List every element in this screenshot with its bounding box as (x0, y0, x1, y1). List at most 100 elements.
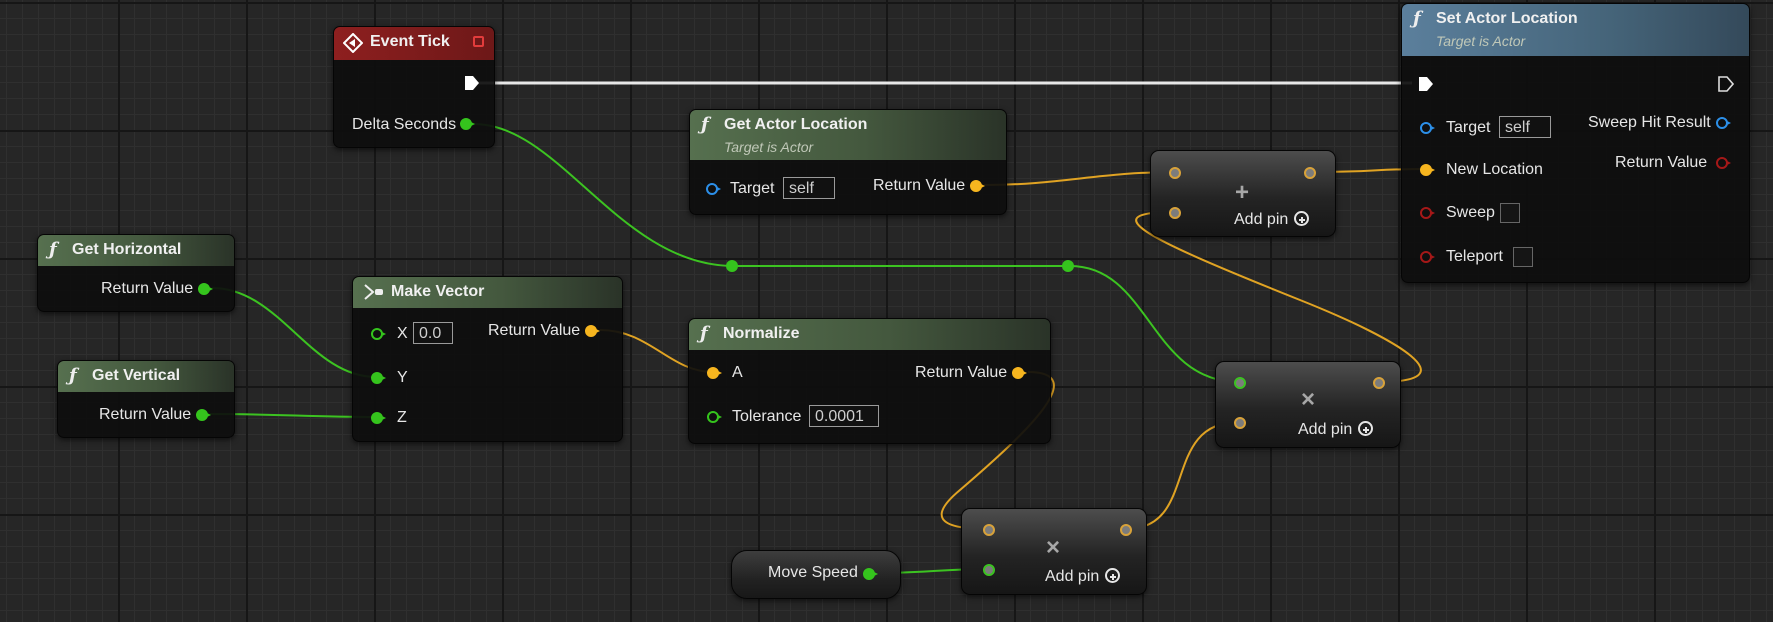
return-value-label: Return Value (488, 322, 581, 339)
z-label: Z (397, 409, 407, 426)
sweep-checkbox[interactable] (1500, 203, 1520, 223)
add-pin-button[interactable]: Add pin (1298, 421, 1374, 439)
set-actor-location-node[interactable]: ƒ Set Actor Location Target is Actor Tar… (1401, 3, 1750, 283)
function-icon: ƒ (69, 365, 77, 386)
add-pin-button[interactable]: Add pin (1234, 211, 1310, 229)
get-actor-location-title: Get Actor Location (724, 116, 868, 133)
normalize-node[interactable]: ƒ Normalize A Return Value Tolerance 0.0… (688, 318, 1051, 444)
event-tick-node[interactable]: Event Tick Delta Seconds (333, 26, 495, 148)
multiply-input-b-pin[interactable] (983, 564, 995, 576)
multiply-input-a-pin[interactable] (1234, 377, 1246, 389)
return-value-label: Return Value (1615, 154, 1708, 171)
tolerance-value-field[interactable]: 0.0001 (809, 405, 879, 427)
function-icon: ƒ (49, 239, 57, 260)
get-horizontal-header[interactable]: ƒ Get Horizontal (38, 235, 234, 266)
function-icon: ƒ (1413, 8, 1421, 29)
z-pin[interactable] (371, 412, 386, 424)
get-horizontal-title: Get Horizontal (72, 241, 182, 258)
target-self-field[interactable]: self (1499, 116, 1551, 138)
teleport-checkbox[interactable] (1513, 247, 1533, 267)
exec-output-pin[interactable] (1718, 76, 1734, 92)
reroute-knot[interactable] (1062, 260, 1074, 272)
normalize-header[interactable]: ƒ Normalize (689, 319, 1050, 350)
event-tick-title: Event Tick (370, 33, 450, 50)
tolerance-pin[interactable] (707, 411, 722, 423)
delta-seconds-pin[interactable] (460, 118, 475, 130)
stop-icon (473, 36, 484, 47)
return-value-label: Return Value (915, 364, 1008, 381)
a-pin[interactable] (707, 367, 722, 379)
target-label: Target (730, 180, 775, 197)
tolerance-label: Tolerance (732, 408, 802, 425)
get-horizontal-node[interactable]: ƒ Get Horizontal Return Value (37, 234, 235, 312)
return-value-label: Return Value (873, 177, 966, 194)
multiply-output-pin[interactable] (1120, 524, 1132, 536)
add-pin-icon (1105, 568, 1121, 583)
event-diamond-icon (343, 33, 363, 53)
target-self-field[interactable]: self (783, 177, 835, 199)
wire-location-add (983, 171, 1176, 186)
function-icon: ƒ (701, 114, 709, 135)
add-pin-button[interactable]: Add pin (1045, 568, 1121, 586)
new-location-pin[interactable] (1420, 164, 1435, 176)
add-pin-label: Add pin (1045, 568, 1100, 585)
add-input-a-pin[interactable] (1169, 167, 1181, 179)
add-pin-label: Add pin (1298, 421, 1353, 438)
return-value-pin[interactable] (1012, 367, 1027, 379)
delta-seconds-label: Delta Seconds (352, 116, 457, 133)
return-value-pin[interactable] (196, 409, 211, 421)
event-tick-header[interactable]: Event Tick (334, 27, 494, 60)
return-value-pin[interactable] (970, 180, 985, 192)
return-value-pin[interactable] (198, 283, 213, 295)
y-label: Y (397, 369, 408, 386)
sweep-label: Sweep (1446, 204, 1495, 221)
get-vertical-title: Get Vertical (92, 367, 181, 384)
get-vertical-node[interactable]: ƒ Get Vertical Return Value (57, 360, 235, 438)
x-pin[interactable] (371, 328, 386, 340)
exec-output-pin[interactable] (464, 75, 480, 91)
move-speed-label: Move Speed (768, 564, 858, 581)
multiply-input-b-pin[interactable] (1234, 417, 1246, 429)
move-speed-node[interactable]: Move Speed (731, 550, 901, 599)
exec-input-pin[interactable] (1418, 76, 1434, 92)
get-vertical-header[interactable]: ƒ Get Vertical (58, 361, 234, 392)
multiply-output-pin[interactable] (1373, 377, 1385, 389)
set-actor-location-subtitle: Target is Actor (1436, 33, 1526, 49)
y-pin[interactable] (371, 372, 386, 384)
x-value-field[interactable]: 0.0 (413, 322, 453, 344)
get-actor-location-header[interactable]: ƒ Get Actor Location Target is Actor (690, 110, 1006, 160)
a-label: A (732, 364, 743, 381)
set-actor-location-title: Set Actor Location (1436, 10, 1578, 27)
multiply-bottom-node[interactable]: × Add pin (961, 508, 1147, 595)
make-vector-header[interactable]: Make Vector (353, 277, 622, 308)
multiply-right-node[interactable]: × Add pin (1215, 361, 1401, 448)
return-value-label: Return Value (101, 280, 194, 297)
set-actor-location-header[interactable]: ƒ Set Actor Location Target is Actor (1402, 4, 1749, 56)
wire-multiply-right-add (1135, 211, 1422, 383)
add-pin-icon (1358, 421, 1374, 436)
sweep-hit-result-pin[interactable] (1716, 117, 1731, 129)
add-operator-icon: + (1235, 179, 1250, 206)
new-location-label: New Location (1446, 161, 1543, 178)
function-icon: ƒ (700, 323, 708, 344)
return-value-pin[interactable] (1716, 157, 1731, 169)
get-actor-location-node[interactable]: ƒ Get Actor Location Target is Actor Tar… (689, 109, 1007, 215)
target-pin[interactable] (706, 183, 721, 195)
teleport-pin[interactable] (1420, 251, 1435, 263)
multiply-operator-icon: × (1301, 386, 1316, 413)
reroute-knot[interactable] (726, 260, 738, 272)
return-value-label: Return Value (99, 406, 192, 423)
multiply-input-a-pin[interactable] (983, 524, 995, 536)
sweep-hit-result-label: Sweep Hit Result (1588, 114, 1711, 131)
make-struct-icon (364, 284, 383, 300)
add-vector-node[interactable]: + Add pin (1150, 150, 1336, 237)
blueprint-graph[interactable]: Event Tick Delta Seconds ƒ Get Actor Loc… (0, 0, 1773, 622)
add-output-pin[interactable] (1304, 167, 1316, 179)
x-label: X (397, 325, 408, 342)
return-value-pin[interactable] (585, 325, 600, 337)
add-input-b-pin[interactable] (1169, 207, 1181, 219)
sweep-pin[interactable] (1420, 207, 1435, 219)
target-pin[interactable] (1420, 122, 1435, 134)
make-vector-node[interactable]: Make Vector X 0.0 Return Value Y Z (352, 276, 623, 442)
move-speed-pin[interactable] (863, 568, 878, 580)
